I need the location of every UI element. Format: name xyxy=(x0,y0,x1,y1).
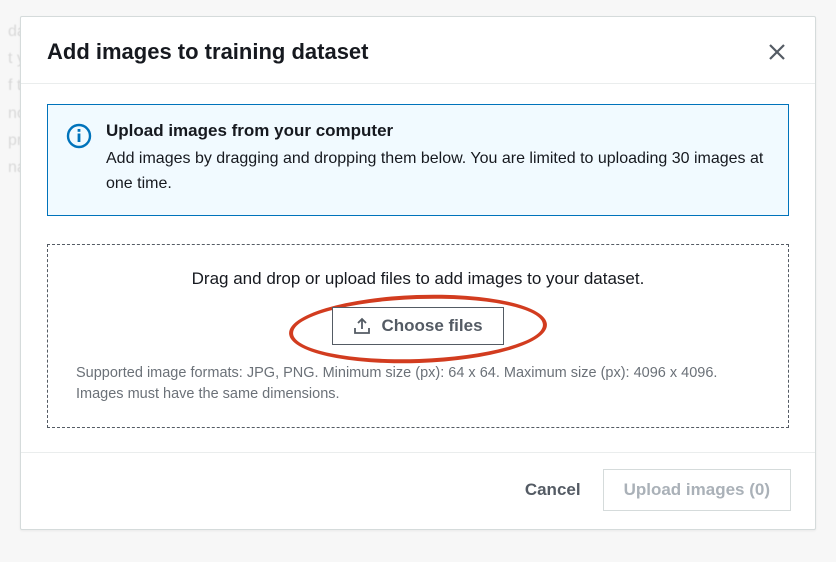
info-icon xyxy=(66,121,92,154)
modal-footer: Cancel Upload images (0) xyxy=(21,452,815,529)
info-title: Upload images from your computer xyxy=(106,121,770,141)
add-images-modal: Add images to training dataset Upload im… xyxy=(20,16,816,530)
file-dropzone[interactable]: Drag and drop or upload files to add ima… xyxy=(47,244,789,428)
choose-files-wrap: Choose files xyxy=(76,307,760,345)
info-alert: Upload images from your computer Add ima… xyxy=(47,104,789,216)
choose-files-label: Choose files xyxy=(381,316,482,336)
cancel-button[interactable]: Cancel xyxy=(517,470,589,510)
modal-body: Upload images from your computer Add ima… xyxy=(21,84,815,452)
upload-images-button[interactable]: Upload images (0) xyxy=(603,469,791,511)
dropzone-instruction: Drag and drop or upload files to add ima… xyxy=(76,269,760,289)
info-text: Upload images from your computer Add ima… xyxy=(106,121,770,197)
modal-header: Add images to training dataset xyxy=(21,17,815,84)
modal-title: Add images to training dataset xyxy=(47,39,369,65)
choose-files-button[interactable]: Choose files xyxy=(332,307,503,345)
info-description: Add images by dragging and dropping them… xyxy=(106,147,770,197)
supported-formats-text: Supported image formats: JPG, PNG. Minim… xyxy=(76,363,760,405)
upload-icon xyxy=(353,317,371,335)
close-icon xyxy=(767,42,787,62)
close-button[interactable] xyxy=(765,40,789,64)
